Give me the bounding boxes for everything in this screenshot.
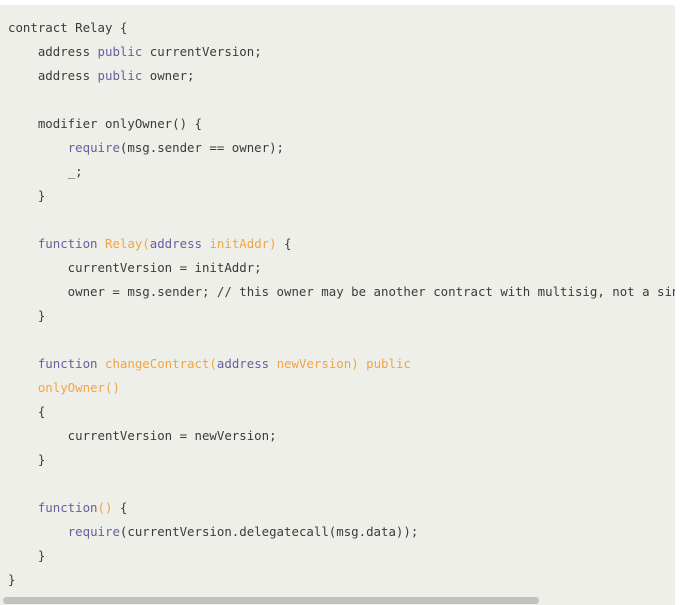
scrollbar-thumb[interactable]	[3, 597, 539, 604]
code-line: function() {	[8, 496, 675, 520]
code-function: Relay(	[105, 236, 150, 251]
code-text: (currentVersion.delegatecall(msg.data));	[119, 524, 419, 539]
code-text: address	[8, 68, 98, 83]
code-text: {	[119, 500, 128, 515]
code-line: address public owner;	[8, 64, 675, 88]
code-line: require(msg.sender == owner);	[8, 136, 675, 160]
code-line: }	[8, 544, 675, 568]
code-line: address public currentVersion;	[8, 40, 675, 64]
code-text: contract Relay {	[8, 20, 128, 35]
code-keyword: function	[37, 356, 98, 371]
code-text: address	[8, 44, 98, 59]
code-line: onlyOwner()	[8, 376, 675, 400]
code-keyword: public	[97, 44, 143, 59]
code-keyword: require	[67, 524, 120, 539]
code-text: }	[8, 548, 46, 563]
code-text: {	[276, 236, 292, 251]
code-block[interactable]: contract Relay { address public currentV…	[0, 5, 675, 605]
code-text: modifier onlyOwner() {	[8, 116, 202, 131]
code-text: _;	[8, 164, 83, 179]
code-function: changeContract(	[105, 356, 217, 371]
code-line: }	[8, 304, 675, 328]
code-line: }	[8, 184, 675, 208]
code-keyword: function	[37, 236, 98, 251]
code-line: function changeContract(address newVersi…	[8, 352, 675, 376]
code-text: owner = msg.sender; // this owner may be…	[67, 284, 675, 299]
code-text: currentVersion = newVersion;	[8, 428, 277, 443]
code-text: currentVersion = initAddr;	[8, 260, 262, 275]
code-text: currentVersion;	[142, 44, 262, 59]
code-text: owner;	[142, 68, 195, 83]
code-line: modifier onlyOwner() {	[8, 112, 675, 136]
code-text: }	[8, 308, 46, 323]
code-line: require(currentVersion.delegatecall(msg.…	[8, 520, 675, 544]
code-text: }	[8, 572, 16, 587]
code-line: _;	[8, 160, 675, 184]
code-line: {	[8, 400, 675, 424]
code-function: newVersion) public	[276, 356, 411, 371]
code-line: owner = msg.sender; // this owner may be…	[8, 280, 675, 304]
code-content: contract Relay { address public currentV…	[8, 16, 675, 592]
code-function: onlyOwner()	[37, 380, 120, 395]
code-keyword: function	[37, 500, 98, 515]
code-line: }	[8, 568, 675, 592]
code-keyword: require	[67, 140, 120, 155]
code-line: currentVersion = initAddr;	[8, 256, 675, 280]
code-keyword: address	[149, 236, 202, 251]
code-text: {	[8, 404, 46, 419]
code-text: }	[8, 188, 46, 203]
code-keyword: address	[216, 356, 270, 371]
horizontal-scrollbar[interactable]	[0, 595, 675, 605]
code-keyword: public	[97, 68, 143, 83]
code-function: initAddr)	[209, 236, 277, 251]
code-function: ()	[97, 500, 120, 515]
code-text: }	[8, 452, 46, 467]
code-line: }	[8, 448, 675, 472]
code-line: currentVersion = newVersion;	[8, 424, 675, 448]
code-line: contract Relay {	[8, 16, 675, 40]
code-text: (msg.sender == owner);	[119, 140, 285, 155]
code-line: function Relay(address initAddr) {	[8, 232, 675, 256]
